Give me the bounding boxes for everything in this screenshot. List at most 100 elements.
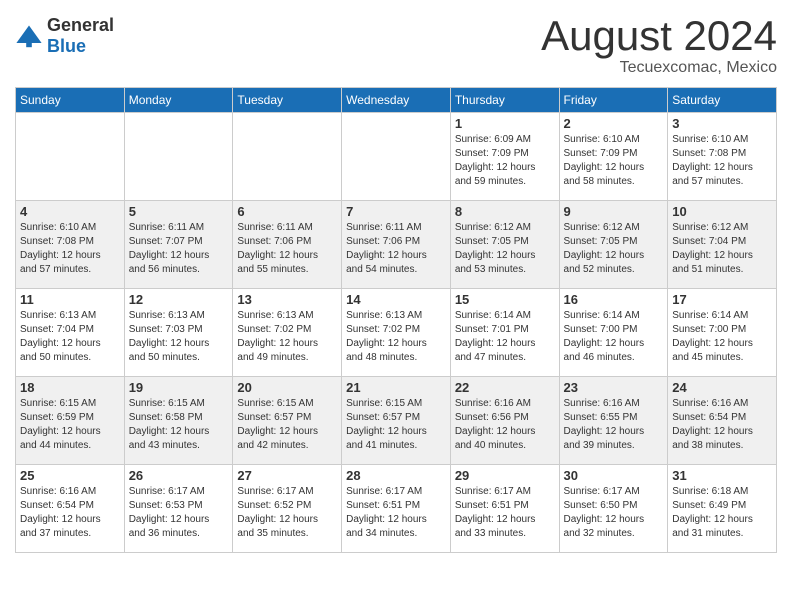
day-info: Sunrise: 6:16 AMSunset: 6:54 PMDaylight:…: [672, 397, 772, 453]
weekday-header-wednesday: Wednesday: [342, 88, 451, 113]
calendar-cell: [124, 113, 233, 201]
calendar-cell: 4Sunrise: 6:10 AMSunset: 7:08 PMDaylight…: [16, 201, 125, 289]
day-info: Sunrise: 6:17 AMSunset: 6:50 PMDaylight:…: [564, 485, 664, 541]
day-number: 11: [20, 292, 120, 307]
weekday-header-saturday: Saturday: [668, 88, 777, 113]
calendar-cell: 31 Sunrise: 6:18 AMSunset: 6:49 PMDayligh…: [668, 465, 777, 553]
calendar-week-row: 18 Sunrise: 6:15 AMSunset: 6:59 PMDayligh…: [16, 377, 777, 465]
page-header: General Blue August 2024 Tecuexcomac, Me…: [15, 15, 777, 77]
calendar-cell: 3Sunrise: 6:10 AMSunset: 7:08 PMDaylight…: [668, 113, 777, 201]
day-number: 20: [237, 380, 337, 395]
day-info: Sunrise: 6:13 AMSunset: 7:04 PMDaylight:…: [20, 309, 120, 365]
day-number: 5: [129, 204, 229, 219]
day-info: Sunrise: 6:13 AMSunset: 7:02 PMDaylight:…: [237, 309, 337, 365]
day-info: Sunrise: 6:14 AMSunset: 7:01 PMDaylight:…: [455, 309, 555, 365]
day-info: Sunrise: 6:10 AMSunset: 7:09 PMDaylight:…: [564, 133, 664, 189]
day-number: 8: [455, 204, 555, 219]
calendar-cell: 21Sunrise: 6:15 AMSunset: 6:57 PMDayligh…: [342, 377, 451, 465]
calendar-cell: 18 Sunrise: 6:15 AMSunset: 6:59 PMDayligh…: [16, 377, 125, 465]
calendar-cell: 12 Sunrise: 6:13 AMSunset: 7:03 PMDayligh…: [124, 289, 233, 377]
day-info: Sunrise: 6:12 AMSunset: 7:05 PMDaylight:…: [564, 221, 664, 277]
calendar-cell: 5 Sunrise: 6:11 AMSunset: 7:07 PMDaylight…: [124, 201, 233, 289]
calendar-cell: 28Sunrise: 6:17 AMSunset: 6:51 PMDayligh…: [342, 465, 451, 553]
calendar-cell: 30 Sunrise: 6:17 AMSunset: 6:50 PMDayligh…: [559, 465, 668, 553]
day-info: Sunrise: 6:15 AMSunset: 6:59 PMDaylight:…: [20, 397, 120, 453]
day-info: Sunrise: 6:10 AMSunset: 7:08 PMDaylight:…: [20, 221, 120, 277]
day-info: Sunrise: 6:15 AMSunset: 6:57 PMDaylight:…: [346, 397, 446, 453]
logo-icon: [15, 22, 43, 50]
day-info: Sunrise: 6:16 AMSunset: 6:54 PMDaylight:…: [20, 485, 120, 541]
calendar-cell: 14Sunrise: 6:13 AMSunset: 7:02 PMDayligh…: [342, 289, 451, 377]
day-number: 15: [455, 292, 555, 307]
logo: General Blue: [15, 15, 114, 57]
calendar-cell: 1Sunrise: 6:09 AMSunset: 7:09 PMDaylight…: [450, 113, 559, 201]
day-number: 2: [564, 116, 664, 131]
day-number: 7: [346, 204, 446, 219]
day-number: 31: [672, 468, 772, 483]
day-number: 18: [20, 380, 120, 395]
calendar-cell: 20 Sunrise: 6:15 AMSunset: 6:57 PMDayligh…: [233, 377, 342, 465]
weekday-header-thursday: Thursday: [450, 88, 559, 113]
day-info: Sunrise: 6:14 AMSunset: 7:00 PMDaylight:…: [672, 309, 772, 365]
calendar-cell: 16 Sunrise: 6:14 AMSunset: 7:00 PMDayligh…: [559, 289, 668, 377]
day-number: 16: [564, 292, 664, 307]
day-info: Sunrise: 6:11 AMSunset: 7:06 PMDaylight:…: [346, 221, 446, 277]
day-number: 19: [129, 380, 229, 395]
calendar-week-row: 25 Sunrise: 6:16 AMSunset: 6:54 PMDayligh…: [16, 465, 777, 553]
day-info: Sunrise: 6:15 AMSunset: 6:57 PMDaylight:…: [237, 397, 337, 453]
calendar-cell: 10 Sunrise: 6:12 AMSunset: 7:04 PMDayligh…: [668, 201, 777, 289]
day-info: Sunrise: 6:13 AMSunset: 7:02 PMDaylight:…: [346, 309, 446, 365]
calendar-cell: 8 Sunrise: 6:12 AMSunset: 7:05 PMDaylight…: [450, 201, 559, 289]
location-title: Tecuexcomac, Mexico: [541, 59, 777, 77]
calendar-cell: [233, 113, 342, 201]
day-number: 9: [564, 204, 664, 219]
calendar-cell: [16, 113, 125, 201]
calendar-week-row: 1Sunrise: 6:09 AMSunset: 7:09 PMDaylight…: [16, 113, 777, 201]
day-number: 28: [346, 468, 446, 483]
day-number: 26: [129, 468, 229, 483]
calendar-cell: 23 Sunrise: 6:16 AMSunset: 6:55 PMDayligh…: [559, 377, 668, 465]
day-info: Sunrise: 6:18 AMSunset: 6:49 PMDaylight:…: [672, 485, 772, 541]
month-title: August 2024: [541, 15, 777, 57]
day-info: Sunrise: 6:17 AMSunset: 6:51 PMDaylight:…: [455, 485, 555, 541]
logo-general: General: [47, 15, 114, 35]
weekday-header-monday: Monday: [124, 88, 233, 113]
day-info: Sunrise: 6:12 AMSunset: 7:04 PMDaylight:…: [672, 221, 772, 277]
day-number: 27: [237, 468, 337, 483]
day-info: Sunrise: 6:11 AMSunset: 7:07 PMDaylight:…: [129, 221, 229, 277]
day-number: 29: [455, 468, 555, 483]
day-number: 25: [20, 468, 120, 483]
title-block: August 2024 Tecuexcomac, Mexico: [541, 15, 777, 77]
day-number: 30: [564, 468, 664, 483]
day-number: 12: [129, 292, 229, 307]
calendar-cell: 19Sunrise: 6:15 AMSunset: 6:58 PMDayligh…: [124, 377, 233, 465]
day-info: Sunrise: 6:17 AMSunset: 6:52 PMDaylight:…: [237, 485, 337, 541]
day-info: Sunrise: 6:14 AMSunset: 7:00 PMDaylight:…: [564, 309, 664, 365]
calendar-cell: 9 Sunrise: 6:12 AMSunset: 7:05 PMDaylight…: [559, 201, 668, 289]
calendar-week-row: 11 Sunrise: 6:13 AMSunset: 7:04 PMDayligh…: [16, 289, 777, 377]
calendar-cell: 25 Sunrise: 6:16 AMSunset: 6:54 PMDayligh…: [16, 465, 125, 553]
calendar-cell: 29 Sunrise: 6:17 AMSunset: 6:51 PMDayligh…: [450, 465, 559, 553]
day-number: 17: [672, 292, 772, 307]
calendar-cell: 13Sunrise: 6:13 AMSunset: 7:02 PMDayligh…: [233, 289, 342, 377]
day-info: Sunrise: 6:16 AMSunset: 6:56 PMDaylight:…: [455, 397, 555, 453]
calendar-cell: 15 Sunrise: 6:14 AMSunset: 7:01 PMDayligh…: [450, 289, 559, 377]
day-number: 1: [455, 116, 555, 131]
calendar-cell: 6Sunrise: 6:11 AMSunset: 7:06 PMDaylight…: [233, 201, 342, 289]
calendar-table: SundayMondayTuesdayWednesdayThursdayFrid…: [15, 87, 777, 553]
weekday-header-row: SundayMondayTuesdayWednesdayThursdayFrid…: [16, 88, 777, 113]
day-number: 10: [672, 204, 772, 219]
day-info: Sunrise: 6:12 AMSunset: 7:05 PMDaylight:…: [455, 221, 555, 277]
day-info: Sunrise: 6:11 AMSunset: 7:06 PMDaylight:…: [237, 221, 337, 277]
day-info: Sunrise: 6:13 AMSunset: 7:03 PMDaylight:…: [129, 309, 229, 365]
calendar-cell: 17 Sunrise: 6:14 AMSunset: 7:00 PMDayligh…: [668, 289, 777, 377]
day-info: Sunrise: 6:10 AMSunset: 7:08 PMDaylight:…: [672, 133, 772, 189]
calendar-cell: 2 Sunrise: 6:10 AMSunset: 7:09 PMDaylight…: [559, 113, 668, 201]
weekday-header-sunday: Sunday: [16, 88, 125, 113]
day-number: 22: [455, 380, 555, 395]
day-number: 23: [564, 380, 664, 395]
day-info: Sunrise: 6:16 AMSunset: 6:55 PMDaylight:…: [564, 397, 664, 453]
weekday-header-friday: Friday: [559, 88, 668, 113]
calendar-cell: [342, 113, 451, 201]
calendar-cell: 26Sunrise: 6:17 AMSunset: 6:53 PMDayligh…: [124, 465, 233, 553]
